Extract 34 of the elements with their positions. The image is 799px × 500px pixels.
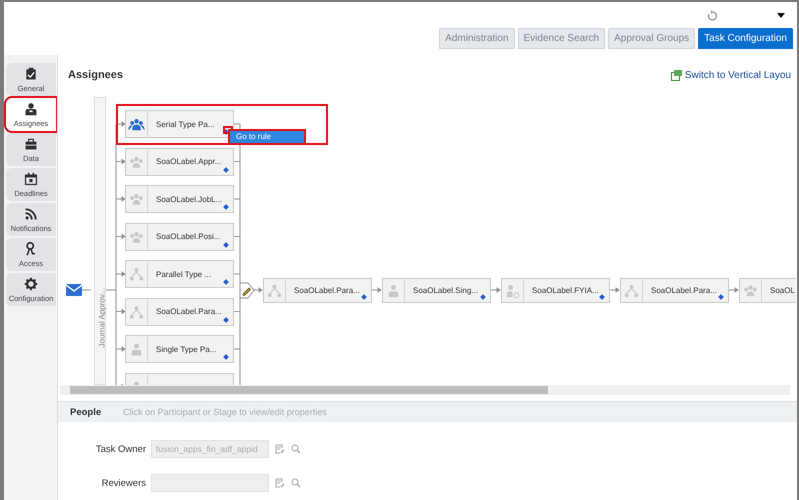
panel-title: Assignees bbox=[68, 69, 124, 81]
clipboard-icon bbox=[24, 66, 38, 80]
switch-layout-link[interactable]: Switch to Vertical Layou bbox=[670, 70, 791, 80]
field-label: Task Owner bbox=[94, 444, 147, 454]
participant-node[interactable]: SoaOLabel.Posi... bbox=[125, 222, 234, 250]
participant-node[interactable]: SoaOLabel.FYIA... bbox=[501, 278, 610, 303]
participant-node[interactable]: SoaOL bbox=[739, 278, 796, 303]
refresh-icon[interactable] bbox=[707, 10, 717, 20]
participant-node[interactable]: SoaOLabel.Sing... bbox=[382, 278, 491, 303]
horizontal-scrollbar[interactable] bbox=[60, 385, 790, 395]
menu-item[interactable]: Go to rule bbox=[230, 131, 304, 143]
gear-icon bbox=[24, 276, 38, 290]
dropdown-caret-icon[interactable] bbox=[777, 12, 785, 18]
participant-node[interactable]: SoaOLabel.Para... bbox=[263, 278, 372, 303]
participant-node[interactable]: SoaOLabel.Para... bbox=[125, 298, 234, 326]
group-icon bbox=[126, 111, 148, 137]
participant-node[interactable]: SoaOLabel.JobL... bbox=[125, 185, 234, 213]
calendar-icon bbox=[24, 172, 38, 186]
input-field[interactable] bbox=[151, 474, 269, 492]
layout-icon bbox=[670, 70, 682, 80]
section-header: People Click on Participant or Stage to view/edit properties bbox=[58, 402, 797, 422]
participant-node[interactable]: Parallel Type ... bbox=[125, 260, 234, 288]
pencil-icon[interactable] bbox=[239, 282, 255, 299]
participant-node[interactable]: SoaOLabel.Para... bbox=[620, 278, 729, 303]
keys-icon bbox=[24, 242, 38, 256]
field-label: Reviewers bbox=[100, 478, 147, 488]
envelope-icon bbox=[66, 284, 82, 296]
participant-node[interactable]: Serial Type Pa... bbox=[125, 110, 234, 138]
participant-node[interactable]: Single Type Pa... bbox=[125, 335, 234, 363]
person-icon bbox=[24, 102, 38, 116]
briefcase-icon bbox=[24, 136, 38, 150]
feed-icon bbox=[24, 206, 38, 220]
nav-tab[interactable]: Task Configuration bbox=[698, 28, 793, 49]
participant-node[interactable]: SoaOLabel.Appr... bbox=[125, 148, 234, 176]
